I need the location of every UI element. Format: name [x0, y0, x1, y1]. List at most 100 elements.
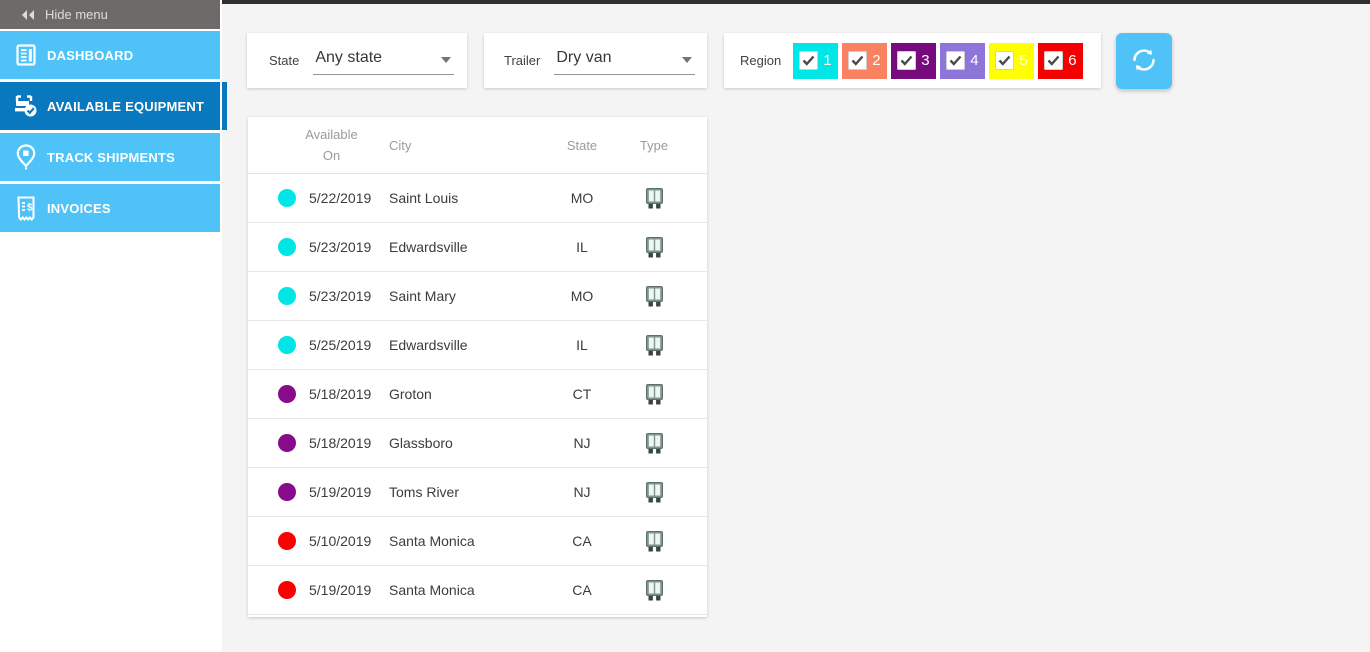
- trailer-icon: [627, 384, 707, 405]
- cell-available-on: 5/18/2019: [309, 435, 389, 451]
- checkbox-checked-icon[interactable]: [1044, 51, 1063, 70]
- cell-available-on: 5/23/2019: [309, 239, 389, 255]
- cell-city: Toms River: [389, 484, 537, 500]
- region-color-dot: [278, 434, 296, 452]
- trailer-icon: [627, 433, 707, 454]
- table-row[interactable]: 5/18/2019 Glassboro NJ: [248, 419, 707, 468]
- region-color-dot: [278, 532, 296, 550]
- cell-state: CT: [537, 386, 627, 402]
- table-row[interactable]: 5/25/2019 Edwardsville IL: [248, 321, 707, 370]
- collapse-left-icon: [21, 9, 35, 21]
- region-number-label: 6: [1068, 52, 1076, 69]
- region-checkbox-6[interactable]: 6: [1038, 43, 1083, 79]
- trailer-icon: [627, 188, 707, 209]
- state-filter-card: State Any state: [247, 33, 467, 88]
- cell-state: NJ: [537, 435, 627, 451]
- table-row[interactable]: 5/23/2019 Saint Mary MO: [248, 272, 707, 321]
- region-color-dot: [278, 336, 296, 354]
- table-row[interactable]: 5/22/2019 Saint Louis MO: [248, 174, 707, 223]
- region-color-dot: [278, 287, 296, 305]
- checkbox-checked-icon[interactable]: [946, 51, 965, 70]
- cell-city: Santa Monica: [389, 533, 537, 549]
- region-checkbox-2[interactable]: 2: [842, 43, 887, 79]
- sidebar-menu: DASHBOARD AVAILABLE EQUIPMENT TRACK SHIP…: [0, 31, 220, 232]
- cell-available-on: 5/10/2019: [309, 533, 389, 549]
- state-filter-label: State: [269, 53, 299, 68]
- region-color-dot: [278, 581, 296, 599]
- cell-state: MO: [537, 190, 627, 206]
- region-number-label: 4: [970, 52, 978, 69]
- cell-available-on: 5/19/2019: [309, 582, 389, 598]
- cell-city: Glassboro: [389, 435, 537, 451]
- sidebar-item-label: AVAILABLE EQUIPMENT: [47, 99, 204, 114]
- region-color-dot: [278, 483, 296, 501]
- region-color-dot: [278, 385, 296, 403]
- map-pin-icon: [12, 143, 40, 171]
- region-number-label: 5: [1019, 52, 1027, 69]
- trailer-select[interactable]: Dry van: [554, 47, 695, 75]
- region-checkbox-3[interactable]: 3: [891, 43, 936, 79]
- refresh-icon: [1129, 45, 1159, 78]
- table-row[interactable]: 5/23/2019 Edwardsville IL: [248, 223, 707, 272]
- checkbox-checked-icon[interactable]: [995, 51, 1014, 70]
- checkbox-checked-icon[interactable]: [848, 51, 867, 70]
- state-select-value: Any state: [315, 49, 382, 66]
- chevron-down-icon: [441, 57, 451, 63]
- table-row[interactable]: 5/18/2019 Groton CT: [248, 370, 707, 419]
- sidebar-item-available-equipment[interactable]: AVAILABLE EQUIPMENT: [0, 82, 220, 130]
- region-filter-card: Region 1 2 3 4: [724, 33, 1101, 88]
- region-number-label: 3: [921, 52, 929, 69]
- checkbox-checked-icon[interactable]: [799, 51, 818, 70]
- sidebar-item-invoices[interactable]: $ INVOICES: [0, 184, 220, 232]
- cell-city: Saint Mary: [389, 288, 537, 304]
- dashboard-icon: [12, 41, 40, 69]
- cell-available-on: 5/19/2019: [309, 484, 389, 500]
- region-color-dot: [278, 238, 296, 256]
- trailer-select-value: Dry van: [556, 49, 611, 66]
- hide-menu-button[interactable]: Hide menu: [0, 0, 220, 29]
- trailer-filter-label: Trailer: [504, 53, 540, 68]
- app-window: Hide menu DASHBOARD AVAILABLE EQUIPMENT …: [0, 0, 1370, 652]
- sidebar-item-dashboard[interactable]: DASHBOARD: [0, 31, 220, 79]
- trailer-filter-card: Trailer Dry van: [484, 33, 707, 88]
- region-checkbox-5[interactable]: 5: [989, 43, 1034, 79]
- state-select[interactable]: Any state: [313, 47, 454, 75]
- hide-menu-label: Hide menu: [45, 7, 108, 22]
- selected-item-indicator: [222, 82, 227, 130]
- sidebar-item-label: DASHBOARD: [47, 48, 133, 63]
- cell-city: Saint Louis: [389, 190, 537, 206]
- region-checkbox-1[interactable]: 1: [793, 43, 838, 79]
- region-number-label: 1: [823, 52, 831, 69]
- cell-state: MO: [537, 288, 627, 304]
- sidebar-item-label: TRACK SHIPMENTS: [47, 150, 175, 165]
- table-row[interactable]: 5/19/2019 Toms River NJ: [248, 468, 707, 517]
- trailer-icon: [627, 482, 707, 503]
- trailer-icon: [627, 580, 707, 601]
- invoice-icon: $: [12, 194, 40, 222]
- table-header: Available On City State Type: [248, 117, 707, 174]
- region-chips: 1 2 3 4 5: [793, 43, 1083, 79]
- sidebar-item-track-shipments[interactable]: TRACK SHIPMENTS: [0, 133, 220, 181]
- svg-text:$: $: [27, 202, 33, 213]
- column-header-type: Type: [627, 138, 707, 153]
- refresh-button[interactable]: [1116, 33, 1172, 89]
- cell-state: IL: [537, 337, 627, 353]
- checkbox-checked-icon[interactable]: [897, 51, 916, 70]
- cell-state: CA: [537, 582, 627, 598]
- region-number-label: 2: [872, 52, 880, 69]
- cell-available-on: 5/23/2019: [309, 288, 389, 304]
- table-row[interactable]: 5/19/2019 Santa Monica CA: [248, 566, 707, 615]
- chevron-down-icon: [682, 57, 692, 63]
- cell-available-on: 5/25/2019: [309, 337, 389, 353]
- sidebar: Hide menu DASHBOARD AVAILABLE EQUIPMENT …: [0, 0, 222, 652]
- table-row[interactable]: 5/10/2019 Santa Monica CA: [248, 517, 707, 566]
- region-checkbox-4[interactable]: 4: [940, 43, 985, 79]
- cell-state: NJ: [537, 484, 627, 500]
- cell-city: Groton: [389, 386, 537, 402]
- trailer-icon: [627, 237, 707, 258]
- cell-city: Edwardsville: [389, 337, 537, 353]
- cell-available-on: 5/18/2019: [309, 386, 389, 402]
- trailer-icon: [627, 531, 707, 552]
- region-color-dot: [278, 189, 296, 207]
- trailer-icon: [627, 335, 707, 356]
